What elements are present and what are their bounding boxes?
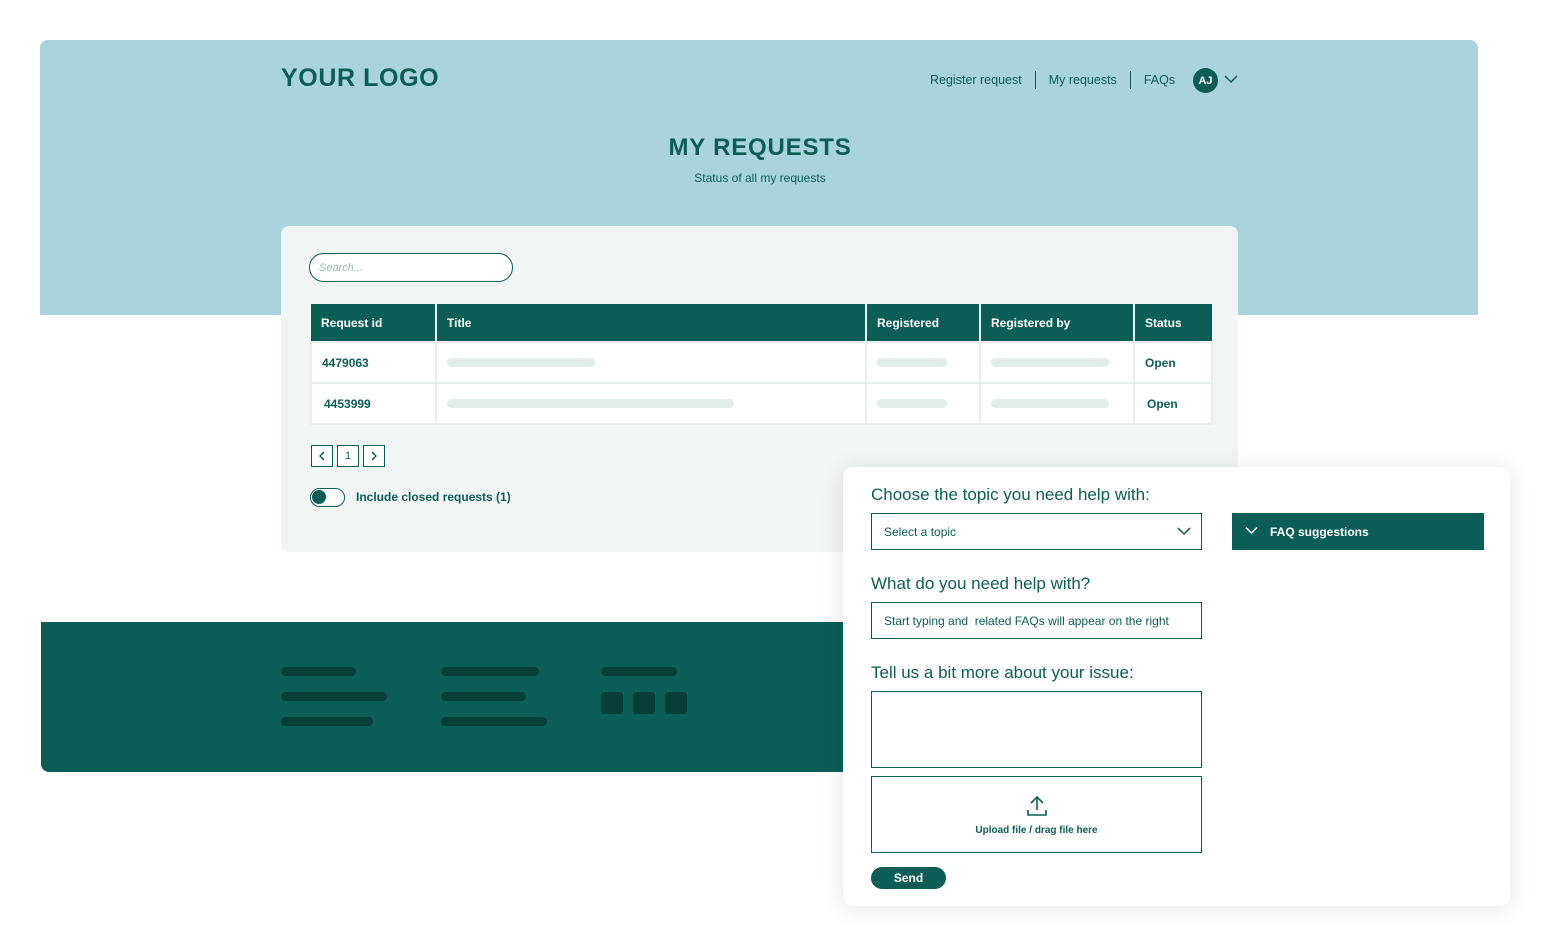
- footer-link-placeholder: [441, 692, 526, 701]
- faq-suggestions-label: FAQ suggestions: [1270, 524, 1369, 539]
- footer-link-placeholder: [441, 717, 547, 726]
- table-header-row: Request id Title Registered Registered b…: [311, 304, 1212, 342]
- help-label: What do you need help with?: [871, 574, 1091, 593]
- status-cell: Open: [1133, 341, 1213, 384]
- page-subtitle: Status of all my requests: [694, 171, 826, 185]
- column-header-registered[interactable]: Registered: [866, 304, 981, 342]
- footer-link-placeholder: [281, 692, 387, 701]
- page-title: MY REQUESTS: [668, 134, 852, 161]
- table-row[interactable]: 4453999 Open: [310, 382, 1213, 425]
- registered-cell: [865, 382, 981, 425]
- toggle-knob: [312, 490, 326, 504]
- faq-suggestions-button[interactable]: FAQ suggestions: [1232, 513, 1484, 550]
- footer: [41, 622, 871, 772]
- request-id-cell[interactable]: 4479063: [310, 341, 437, 384]
- nav-divider: [1129, 71, 1131, 89]
- column-header-status[interactable]: Status: [1134, 304, 1212, 342]
- topic-select-value: Select a topic: [884, 524, 957, 539]
- title-placeholder: [447, 399, 734, 408]
- next-page-button[interactable]: [363, 445, 385, 467]
- chevron-down-icon: [1245, 526, 1258, 535]
- nav-divider: [1034, 71, 1036, 89]
- file-upload-dropzone[interactable]: Upload file / drag file here: [871, 776, 1202, 853]
- column-header-request-id[interactable]: Request id: [311, 304, 437, 342]
- registered-placeholder: [877, 399, 947, 408]
- upload-text: Upload file / drag file here: [975, 825, 1098, 836]
- table-row[interactable]: 4479063 Open: [310, 341, 1213, 384]
- issue-label: Tell us a bit more about your issue:: [871, 663, 1134, 682]
- issue-textarea[interactable]: [871, 691, 1202, 768]
- title-cell: [435, 382, 867, 425]
- footer-link-placeholder: [441, 667, 539, 676]
- nav-register-request[interactable]: Register request: [930, 73, 1022, 87]
- help-input[interactable]: [871, 602, 1202, 639]
- requests-table: Request id Title Registered Registered b…: [310, 304, 1213, 425]
- chevron-down-icon[interactable]: [1224, 74, 1238, 84]
- registered-by-placeholder: [991, 358, 1109, 367]
- title-cell: [435, 341, 867, 384]
- nav-faqs[interactable]: FAQs: [1144, 73, 1175, 87]
- footer-link-placeholder: [601, 667, 677, 676]
- social-icon[interactable]: [665, 692, 687, 714]
- upload-icon: [1027, 795, 1047, 816]
- page-1-button[interactable]: 1: [337, 445, 359, 467]
- footer-link-placeholder: [281, 717, 373, 726]
- chevron-right-icon: [371, 451, 377, 461]
- include-closed-label: Include closed requests (1): [356, 490, 511, 504]
- topic-label: Choose the topic you need help with:: [871, 485, 1150, 504]
- registered-by-cell: [979, 341, 1135, 384]
- prev-page-button[interactable]: [311, 445, 333, 467]
- social-icon[interactable]: [633, 692, 655, 714]
- send-button[interactable]: Send: [871, 867, 946, 889]
- registered-by-placeholder: [991, 399, 1109, 408]
- social-icon[interactable]: [601, 692, 623, 714]
- title-placeholder: [447, 358, 595, 367]
- chevron-down-icon: [1177, 527, 1191, 536]
- registered-by-cell: [979, 382, 1135, 425]
- registered-cell: [865, 341, 981, 384]
- chevron-left-icon: [319, 451, 325, 461]
- search-input[interactable]: [309, 253, 513, 282]
- status-cell: Open: [1133, 382, 1213, 425]
- footer-link-placeholder: [281, 667, 356, 676]
- topic-select[interactable]: Select a topic: [871, 513, 1202, 550]
- column-header-registered-by[interactable]: Registered by: [980, 304, 1135, 342]
- top-nav: Register request My requests FAQs: [930, 70, 1175, 90]
- logo[interactable]: YOUR LOGO: [281, 64, 439, 93]
- include-closed-toggle[interactable]: [310, 488, 345, 507]
- nav-my-requests[interactable]: My requests: [1049, 73, 1117, 87]
- registered-placeholder: [877, 358, 947, 367]
- user-avatar[interactable]: AJ: [1193, 68, 1218, 93]
- request-id-cell[interactable]: 4453999: [310, 382, 437, 425]
- pagination: 1: [311, 445, 385, 467]
- column-header-title[interactable]: Title: [436, 304, 867, 342]
